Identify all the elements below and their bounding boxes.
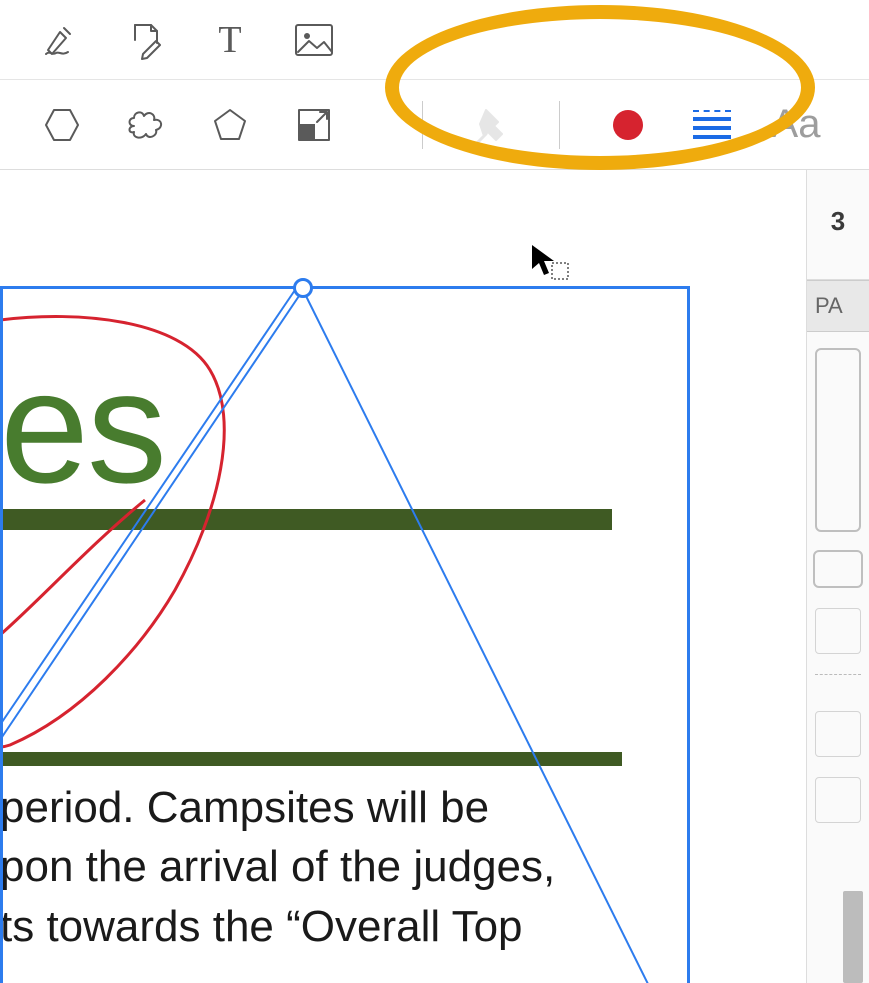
add-text-tool[interactable]: T — [208, 18, 252, 62]
annotation-properties-group: Aa — [416, 101, 818, 149]
pin-toolbar-button[interactable] — [469, 103, 513, 147]
right-side-panel: 3 PA — [806, 170, 869, 983]
page-count-indicator[interactable]: 3 — [807, 206, 869, 280]
toolbar-separator — [422, 101, 423, 149]
stroke-color-picker[interactable] — [606, 103, 650, 147]
selection-handle[interactable] — [293, 278, 313, 298]
panel-item[interactable] — [815, 777, 861, 823]
panel-header-fragment[interactable]: PA — [807, 280, 869, 332]
panel-item[interactable] — [815, 711, 861, 757]
image-icon — [293, 22, 335, 58]
panel-divider — [815, 674, 861, 691]
line-thickness-icon — [693, 110, 731, 139]
hexagon-icon — [43, 106, 81, 144]
polygon-shape-tool[interactable] — [208, 103, 252, 147]
pentagon-icon — [211, 106, 249, 144]
text-style-icon: Aa — [772, 102, 821, 147]
edit-doc-icon — [126, 20, 166, 60]
edit-document-tool[interactable] — [124, 18, 168, 62]
mouse-cursor — [530, 243, 570, 288]
document-canvas[interactable]: es period. Campsites will be pon the arr… — [0, 170, 806, 983]
add-image-tool[interactable] — [292, 18, 336, 62]
signature-tool[interactable] — [40, 18, 84, 62]
panel-control[interactable] — [813, 550, 863, 588]
selection-bounding-box[interactable] — [0, 286, 690, 983]
line-thickness-picker[interactable] — [690, 103, 734, 147]
text-tool-icon: T — [218, 18, 241, 62]
signature-icon — [42, 20, 82, 60]
panel-item[interactable] — [815, 608, 861, 654]
scale-icon — [295, 106, 333, 144]
color-swatch-icon — [613, 110, 643, 140]
resize-scale-tool[interactable] — [292, 103, 336, 147]
toolbar-separator — [559, 101, 560, 149]
cloud-shape-tool[interactable] — [124, 103, 168, 147]
toolbar-primary: T — [0, 0, 869, 80]
cloud-icon — [126, 106, 166, 144]
text-style-picker[interactable]: Aa — [774, 103, 818, 147]
pin-icon — [472, 106, 510, 144]
hexagon-shape-tool[interactable] — [40, 103, 84, 147]
toolbar-secondary: Aa — [0, 80, 869, 170]
scrollbar-thumb[interactable] — [843, 891, 863, 983]
thumbnail-placeholder[interactable] — [815, 348, 861, 532]
